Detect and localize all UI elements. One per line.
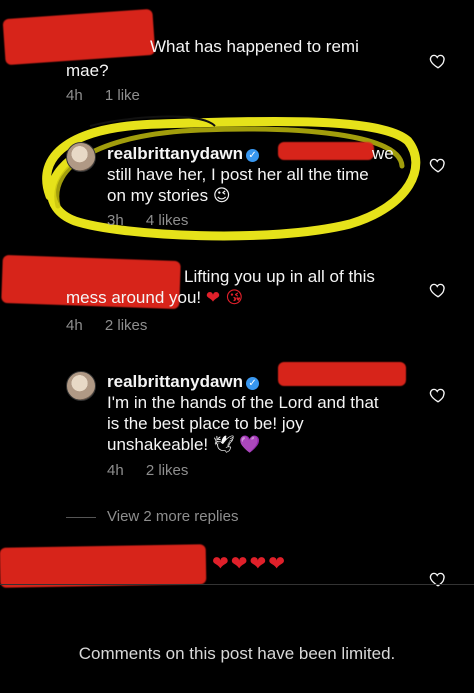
redaction-mark <box>2 8 156 66</box>
comment-text: mae? <box>66 61 109 80</box>
heart-outline-icon[interactable] <box>429 281 447 299</box>
verified-badge-icon: ✓ <box>246 149 260 162</box>
comment-text: unshakeable! 🕊 💜 <box>107 434 260 456</box>
footer-notice: Comments on this post have been limited. <box>78 644 396 663</box>
view-more-line <box>66 517 96 518</box>
comment-text: we <box>372 144 394 163</box>
heart-kiss-emoji: ❤ 😘 <box>205 288 244 308</box>
redaction-mark <box>278 362 406 386</box>
comment-time: 4h <box>66 317 83 334</box>
comment-text-line: mess around you! <box>66 288 202 307</box>
avatar[interactable] <box>66 142 96 172</box>
hearts-emoji: ❤❤❤❤ <box>212 551 288 575</box>
comment-meta: 4h 2 likes <box>107 462 206 480</box>
comment-text: What has happened to remi <box>150 37 359 56</box>
comment-text-line: on my stories <box>107 186 209 205</box>
dove-emoji: 🕊 <box>212 435 235 455</box>
wink-emoji: 😉 <box>212 186 231 206</box>
view-more-replies[interactable]: View 2 more replies <box>107 508 238 526</box>
comment-likes[interactable]: 2 likes <box>105 317 148 334</box>
comment-text: realbrittanydawn ✓ <box>107 143 260 164</box>
comment-text-line: unshakeable! <box>107 435 209 454</box>
comment-likes[interactable]: 4 likes <box>146 212 189 229</box>
comment-text: I'm in the hands of the Lord and that <box>107 393 379 412</box>
heart-outline-icon[interactable] <box>429 52 447 70</box>
comment-text: mess around you! ❤ 😘 <box>66 287 243 309</box>
heart-outline-icon[interactable] <box>429 156 447 174</box>
verified-badge-icon: ✓ <box>246 377 260 390</box>
purple-heart-emoji: 💜 <box>239 435 261 455</box>
comment-text: on my stories 😉 <box>107 185 231 207</box>
heart-outline-icon[interactable] <box>429 570 447 588</box>
comment-time: 3h <box>107 212 124 229</box>
comment-text: Lifting you up in all of this <box>184 267 375 286</box>
username[interactable]: realbrittanydawn <box>107 372 243 391</box>
comment-text: still have her, I post her all the time <box>107 165 369 184</box>
avatar[interactable] <box>66 371 96 401</box>
comment-text: realbrittanydawn ✓ <box>107 371 260 392</box>
comment-time: 4h <box>107 462 124 479</box>
username[interactable]: realbrittanydawn <box>107 144 243 163</box>
redaction-mark <box>278 142 374 160</box>
comment-meta: 3h 4 likes <box>107 212 206 230</box>
divider <box>0 584 474 585</box>
redaction-mark <box>0 544 207 588</box>
comment-likes[interactable]: 2 likes <box>146 462 189 479</box>
comment-meta: 4h 2 likes <box>66 317 165 335</box>
comment-text: is the best place to be! joy <box>107 414 304 433</box>
heart-outline-icon[interactable] <box>429 386 447 404</box>
